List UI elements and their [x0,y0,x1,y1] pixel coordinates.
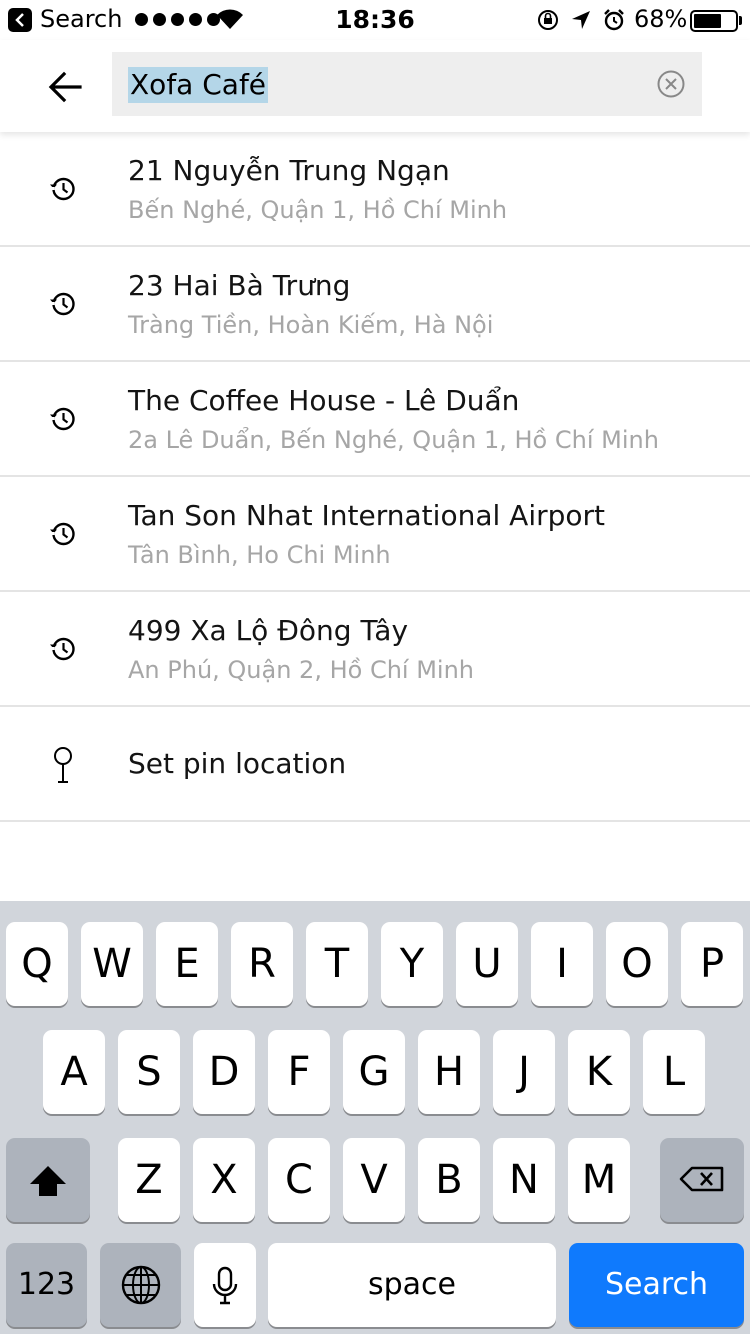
set-pin-location-label: Set pin location [128,747,347,780]
result-title: 21 Nguyễn Trung Ngạn [128,154,450,187]
key-j[interactable]: J [493,1030,555,1114]
history-clock-icon [50,637,75,661]
battery-tip [739,16,742,25]
key-x[interactable]: X [193,1138,255,1222]
key-r[interactable]: R [231,922,293,1006]
key-o[interactable]: O [606,922,668,1006]
numbers-key[interactable]: 123 [6,1243,87,1327]
history-clock-icon [50,407,75,431]
delete-key[interactable] [660,1138,744,1222]
key-z[interactable]: Z [118,1138,180,1222]
result-subtitle: An Phú, Quận 2, Hồ Chí Minh [128,656,475,684]
search-key[interactable]: Search [569,1243,744,1327]
key-k[interactable]: K [568,1030,630,1114]
search-header: Xofa Café [0,40,750,132]
key-d[interactable]: D [193,1030,255,1114]
list-item[interactable]: 499 Xa Lộ Đông Tây An Phú, Quận 2, Hồ Ch… [0,592,750,707]
map-pin-icon [54,747,72,783]
microphone-icon [212,1266,238,1305]
key-l[interactable]: L [643,1030,705,1114]
result-subtitle: Tân Bình, Ho Chi Minh [128,541,391,569]
history-clock-icon [50,292,75,316]
key-v[interactable]: V [343,1138,405,1222]
status-bar: Search 18:36 68% [0,0,750,40]
clear-circle-icon[interactable] [656,69,686,99]
key-s[interactable]: S [118,1030,180,1114]
key-q[interactable]: Q [6,922,68,1006]
result-title: The Coffee House - Lê Duẩn [128,384,520,417]
list-item[interactable]: Tan Son Nhat International Airport Tân B… [0,477,750,592]
list-item[interactable]: 23 Hai Bà Trưng Tràng Tiền, Hoàn Kiếm, H… [0,247,750,362]
key-f[interactable]: F [268,1030,330,1114]
result-subtitle: Bến Nghé, Quận 1, Hồ Chí Minh [128,196,508,224]
result-title: 499 Xa Lộ Đông Tây [128,614,409,647]
dictation-key[interactable] [194,1243,256,1327]
search-input[interactable]: Xofa Café [112,52,702,116]
key-w[interactable]: W [81,922,143,1006]
alarm-icon [604,9,624,31]
key-h[interactable]: H [418,1030,480,1114]
location-arrow-icon [572,11,590,29]
orientation-lock-icon [538,10,558,30]
key-p[interactable]: P [681,922,743,1006]
key-c[interactable]: C [268,1138,330,1222]
history-clock-icon [50,177,75,201]
shift-arrow-icon [30,1166,66,1196]
list-item[interactable]: The Coffee House - Lê Duẩn 2a Lê Duẩn, B… [0,362,750,477]
key-u[interactable]: U [456,922,518,1006]
keyboard: Q W E R T Y U I O P A S D F G H J K L Z … [0,901,750,1334]
key-e[interactable]: E [156,922,218,1006]
key-b[interactable]: B [418,1138,480,1222]
globe-icon [121,1265,160,1305]
key-t[interactable]: T [306,922,368,1006]
battery-percent: 68% [634,5,688,33]
shift-key[interactable] [6,1138,90,1222]
result-title: Tan Son Nhat International Airport [128,499,605,532]
result-subtitle: Tràng Tiền, Hoàn Kiếm, Hà Nội [128,311,494,339]
result-title: 23 Hai Bà Trưng [128,269,351,302]
battery-icon [690,10,738,32]
key-m[interactable]: M [568,1138,630,1222]
key-n[interactable]: N [493,1138,555,1222]
key-i[interactable]: I [531,922,593,1006]
back-arrow-icon[interactable] [44,64,90,110]
key-g[interactable]: G [343,1030,405,1114]
result-subtitle: 2a Lê Duẩn, Bến Nghé, Quận 1, Hồ Chí Min… [128,426,659,454]
backspace-icon [679,1166,724,1192]
key-a[interactable]: A [43,1030,105,1114]
set-pin-location-item[interactable]: Set pin location [0,707,750,822]
list-item[interactable]: 21 Nguyễn Trung Ngạn Bến Nghé, Quận 1, H… [0,132,750,247]
history-clock-icon [50,522,75,546]
search-input-value[interactable]: Xofa Café [128,67,269,103]
search-results-list: 21 Nguyễn Trung Ngạn Bến Nghé, Quận 1, H… [0,132,750,822]
globe-key[interactable] [100,1243,181,1327]
space-key[interactable]: space [268,1243,556,1327]
key-y[interactable]: Y [381,922,443,1006]
